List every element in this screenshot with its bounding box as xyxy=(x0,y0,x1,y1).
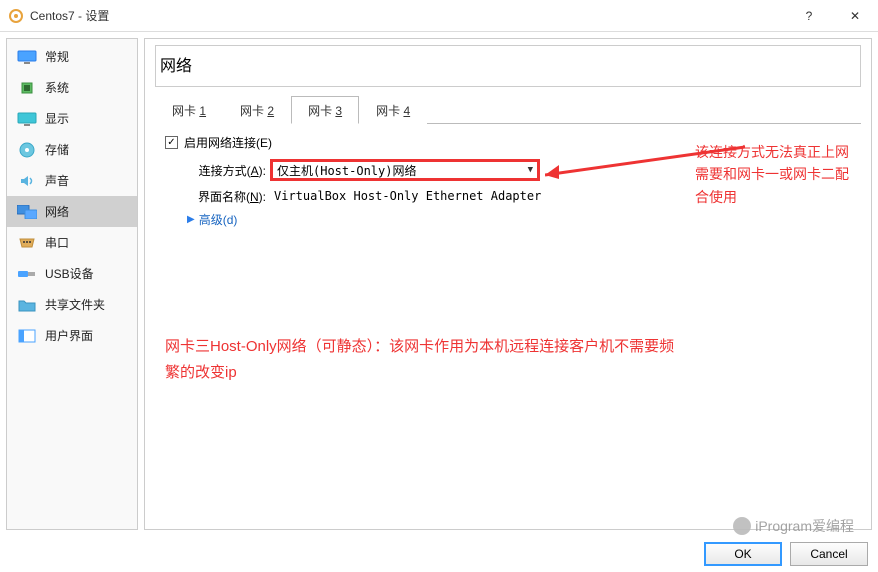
tab-adapter-4[interactable]: 网卡 4 xyxy=(359,96,427,124)
serial-icon xyxy=(17,235,37,251)
advanced-toggle[interactable]: ▶ 高级(d) xyxy=(161,211,855,228)
connection-mode-select[interactable]: 仅主机(Host-Only)网络 ▼ xyxy=(270,159,540,181)
sidebar-item-label: USB设备 xyxy=(45,265,94,282)
connection-mode-value: 仅主机(Host-Only)网络 xyxy=(277,162,416,179)
sidebar-item-label: 用户界面 xyxy=(45,327,93,344)
cancel-button[interactable]: Cancel xyxy=(790,542,868,566)
tabs: 网卡 1 网卡 2 网卡 3 网卡 4 xyxy=(155,95,861,124)
window-title: Centos7 - 设置 xyxy=(30,7,786,24)
tab-adapter-3[interactable]: 网卡 3 xyxy=(291,96,359,124)
ui-icon xyxy=(17,328,37,344)
sidebar-item-label: 共享文件夹 xyxy=(45,296,105,313)
tab-adapter-2[interactable]: 网卡 2 xyxy=(223,96,291,124)
sidebar-item-audio[interactable]: 声音 xyxy=(7,165,137,196)
triangle-right-icon: ▶ xyxy=(187,214,195,225)
help-button[interactable]: ? xyxy=(786,0,832,32)
ok-button[interactable]: OK xyxy=(704,542,782,566)
sidebar-item-label: 存储 xyxy=(45,141,69,158)
section-title: 网络 xyxy=(155,45,861,87)
close-button[interactable]: ✕ xyxy=(832,0,878,32)
check-icon: ✓ xyxy=(165,136,178,149)
sidebar-item-label: 显示 xyxy=(45,110,69,127)
sidebar-item-label: 声音 xyxy=(45,172,69,189)
interface-name-label: 界面名称(N): xyxy=(181,188,266,205)
tab-adapter-1[interactable]: 网卡 1 xyxy=(155,96,223,124)
annotation-body-text: 网卡三Host-Only网络（可静态）：该网卡作用为本机远程连接客户机不需要频繁… xyxy=(165,334,685,385)
enable-label: 启用网络连接(E) xyxy=(184,134,272,151)
sidebar-item-serial[interactable]: 串口 xyxy=(7,227,137,258)
titlebar: Centos7 - 设置 ? ✕ xyxy=(0,0,878,32)
display-icon xyxy=(17,111,37,127)
speaker-icon xyxy=(17,173,37,189)
sidebar-item-ui[interactable]: 用户界面 xyxy=(7,320,137,351)
network-icon xyxy=(17,204,37,220)
sidebar-item-general[interactable]: 常规 xyxy=(7,41,137,72)
chip-icon xyxy=(17,80,37,96)
sidebar-item-label: 系统 xyxy=(45,79,69,96)
sidebar: 常规 系统 显示 存储 声音 网络 串口 USB设备 xyxy=(6,38,138,530)
usb-icon xyxy=(17,266,37,282)
app-icon xyxy=(8,8,24,24)
interface-name-value: VirtualBox Host-Only Ethernet Adapter xyxy=(270,187,545,205)
sidebar-item-network[interactable]: 网络 xyxy=(7,196,137,227)
watermark: iProgram爱编程 xyxy=(733,516,854,536)
watermark-icon xyxy=(733,517,751,535)
sidebar-item-label: 串口 xyxy=(45,234,69,251)
annotation-side-text: 该连接方式无法真正上网需要和网卡一或网卡二配合使用 xyxy=(695,141,861,208)
chevron-down-icon: ▼ xyxy=(528,165,533,175)
monitor-icon xyxy=(17,49,37,65)
sidebar-item-system[interactable]: 系统 xyxy=(7,72,137,103)
main-panel: 网络 网卡 1 网卡 2 网卡 3 网卡 4 ✓ 启用网络连接(E) 连接方式(… xyxy=(144,38,872,530)
enable-network-checkbox[interactable]: ✓ 启用网络连接(E) xyxy=(165,134,272,151)
sidebar-item-usb[interactable]: USB设备 xyxy=(7,258,137,289)
sidebar-item-label: 常规 xyxy=(45,48,69,65)
sidebar-item-storage[interactable]: 存储 xyxy=(7,134,137,165)
folder-icon xyxy=(17,297,37,313)
sidebar-item-display[interactable]: 显示 xyxy=(7,103,137,134)
sidebar-item-shared[interactable]: 共享文件夹 xyxy=(7,289,137,320)
sidebar-item-label: 网络 xyxy=(45,203,69,220)
dialog-footer: OK Cancel xyxy=(704,542,868,566)
connection-mode-label: 连接方式(A): xyxy=(181,162,266,179)
disk-icon xyxy=(17,142,37,158)
advanced-label: 高级(d) xyxy=(199,211,238,228)
